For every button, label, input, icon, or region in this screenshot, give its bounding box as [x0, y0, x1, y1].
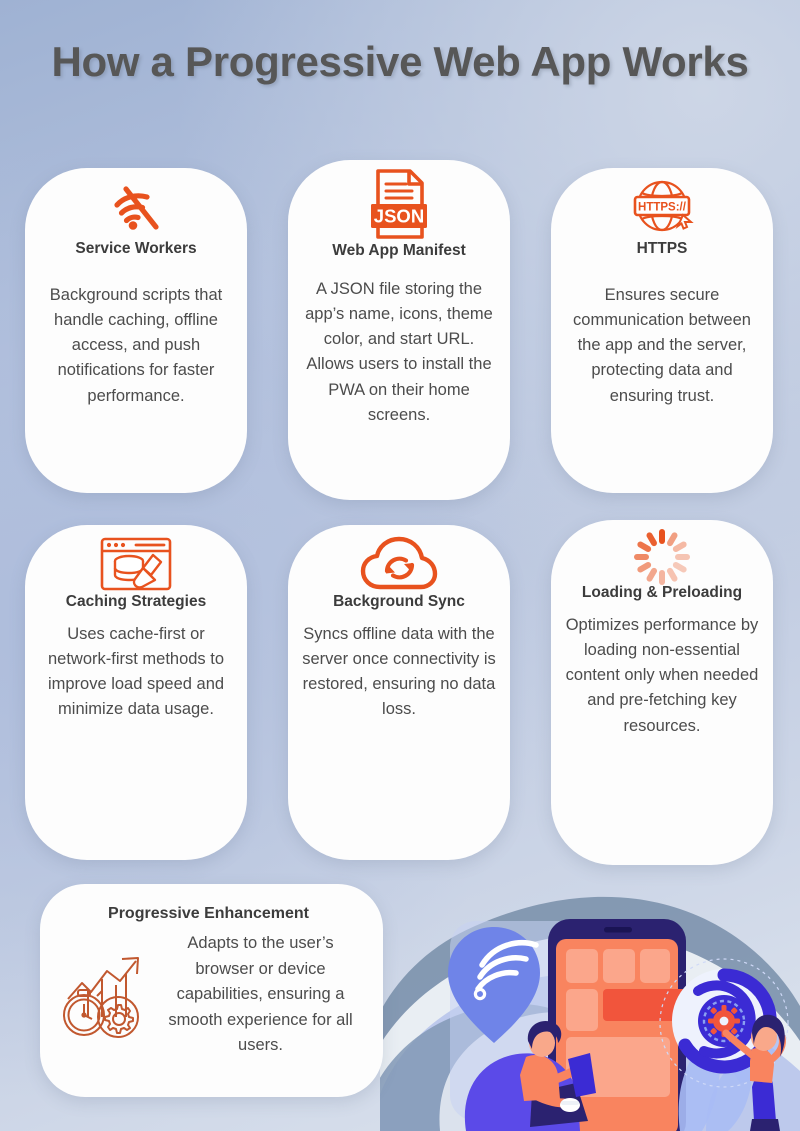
- wave-white-soft: [439, 1012, 605, 1131]
- globe-https-icon-wrap: HTTPS://: [565, 176, 759, 238]
- gear: [97, 995, 139, 1038]
- card-https[interactable]: HTTPS:// HTTPS Ensures secure communicat…: [551, 168, 773, 493]
- leaf-shapes: [678, 1031, 786, 1131]
- stopwatch-gear-growth-icon: [63, 956, 139, 1038]
- wifi-off-icon: [114, 186, 159, 230]
- pwa-devices-people-illustration: [380, 896, 800, 1131]
- card-body: Optimizes performance by loading non-ess…: [565, 615, 759, 735]
- tablet-device: [548, 919, 725, 1131]
- infographic-root: How a Progressive Web App Works Service …: [0, 0, 800, 1131]
- wave-slate-light: [380, 933, 800, 1131]
- cloud-sync-icon-wrap: [301, 535, 497, 593]
- wifi-dot: [128, 221, 138, 230]
- json-file-icon-wrap: JSON: [302, 168, 496, 240]
- background-panel: [450, 921, 640, 1121]
- card-web-app-manifest[interactable]: JSON Web App Manifest A JSON file storin…: [288, 160, 510, 500]
- wave-periwinkle: [380, 973, 800, 1131]
- card-loading-preloading[interactable]: Loading & Preloading Optimizes performan…: [551, 520, 773, 865]
- gear-core: [708, 1005, 740, 1037]
- card-body: Background scripts that handle caching, …: [49, 285, 223, 405]
- woman-with-gear-dial: [659, 958, 789, 1131]
- card-title: Loading & Preloading: [581, 584, 743, 601]
- card-body: Adapts to the user’s browser or device c…: [168, 934, 353, 1055]
- card-body: Ensures secure communication between the…: [573, 285, 751, 405]
- cloud-sync-icon: [360, 536, 438, 590]
- app-tiles: [566, 949, 670, 1097]
- card-title: HTTPS: [636, 240, 688, 257]
- card-title: Progressive Enhancement: [108, 905, 309, 922]
- highlight-bar: [603, 989, 725, 1021]
- loading-spinner-icon-wrap: [564, 529, 760, 585]
- browser-cache-broom-icon: [100, 537, 172, 591]
- card-background-sync[interactable]: Background Sync Syncs offline data with …: [288, 525, 510, 860]
- https-banner-label: HTTPS://: [638, 202, 687, 214]
- wifi-location-pin: [448, 927, 540, 1043]
- globe-https-icon: HTTPS://: [633, 180, 694, 232]
- card-caching-strategies[interactable]: Caching Strategies Uses cache-first or n…: [25, 525, 247, 860]
- loading-spinner-icon: [634, 529, 690, 585]
- card-title: Caching Strategies: [65, 593, 207, 610]
- wave-slate-dark: [380, 896, 800, 1131]
- card-title: Service Workers: [75, 240, 197, 257]
- card-title: Background Sync: [333, 593, 465, 610]
- card-body: A JSON file storing the app’s name, icon…: [305, 279, 493, 424]
- wave-slate-accent: [380, 1003, 570, 1131]
- arrow-head: [121, 956, 139, 974]
- wifi-off-icon-wrap: [39, 176, 233, 238]
- man-with-laptop: [464, 1021, 596, 1131]
- card-body: Syncs offline data with the server once …: [302, 624, 496, 719]
- json-file-icon: JSON: [371, 169, 427, 239]
- json-badge-label: JSON: [374, 206, 424, 227]
- card-service-workers[interactable]: Service Workers Background scripts that …: [25, 168, 247, 493]
- stopwatch-gear-growth-icon-wrap: [54, 947, 158, 1044]
- page-title: How a Progressive Web App Works: [51, 38, 749, 85]
- browser-cache-broom-icon-wrap: [38, 535, 234, 593]
- card-progressive-enhancement[interactable]: Progressive Enhancement Adapts to the us…: [40, 884, 383, 1097]
- card-body: Uses cache-first or network-first method…: [47, 624, 225, 719]
- card-title: Web App Manifest: [332, 242, 466, 259]
